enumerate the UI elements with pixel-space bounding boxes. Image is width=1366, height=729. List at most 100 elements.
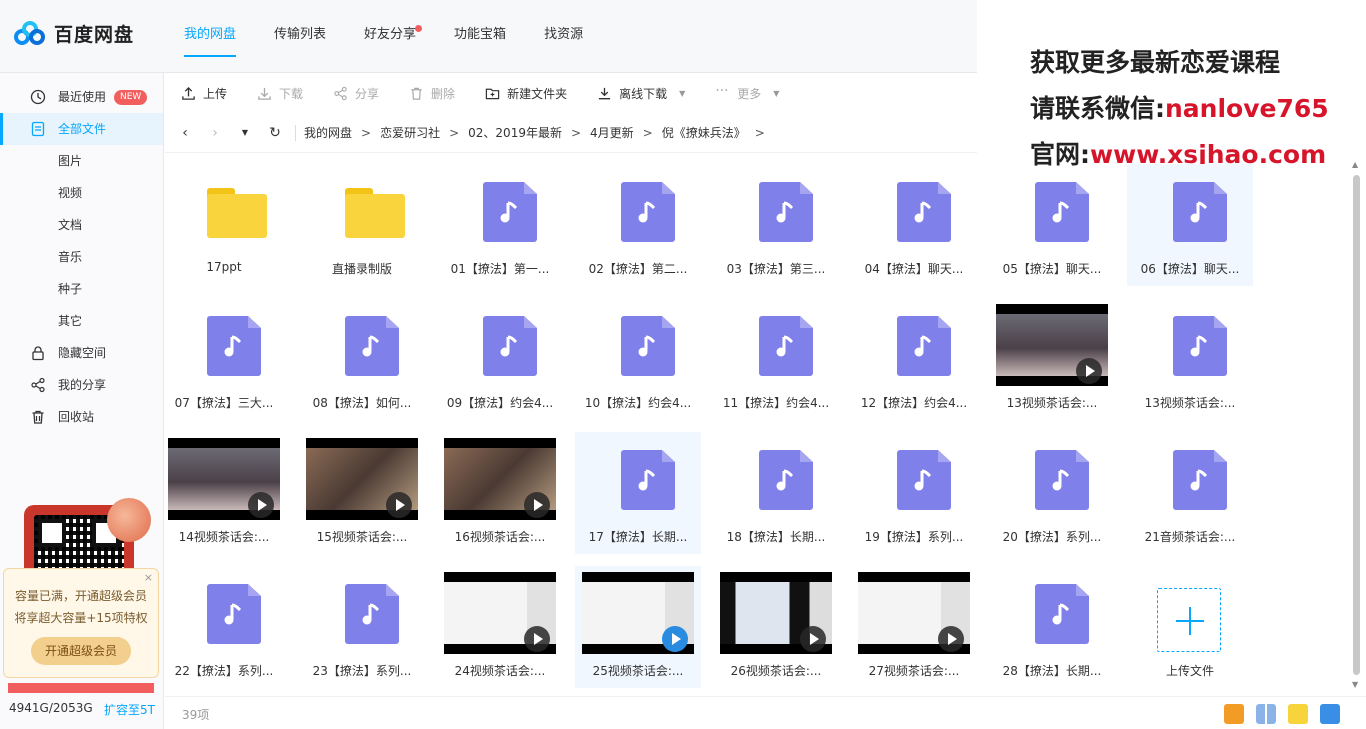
audio-file-icon bbox=[595, 182, 681, 250]
vip-upgrade-card: × 容量已满，开通超级会员 将享超大容量+15项特权 开通超级会员 bbox=[3, 568, 159, 678]
lock-tray-icon[interactable] bbox=[1320, 704, 1340, 724]
apps-grid-icon[interactable] bbox=[1256, 704, 1276, 724]
file-item[interactable]: 05【撩法】聊天... bbox=[989, 164, 1115, 286]
file-item[interactable]: 10【撩法】约会4... bbox=[575, 298, 701, 420]
file-item[interactable]: 18【撩法】长期... bbox=[713, 432, 839, 554]
sidebar-item-trash[interactable]: 回收站 bbox=[0, 401, 163, 433]
upload-icon bbox=[182, 86, 195, 100]
open-vip-button[interactable]: 开通超级会员 bbox=[31, 637, 131, 665]
file-item[interactable]: 11【撩法】约会4... bbox=[713, 298, 839, 420]
folder-icon bbox=[319, 182, 405, 250]
breadcrumb-item[interactable]: 倪《撩妹兵法》 bbox=[662, 124, 746, 141]
file-item[interactable]: 02【撩法】第二... bbox=[575, 164, 701, 286]
file-item[interactable]: 直播录制版 bbox=[299, 164, 425, 286]
breadcrumb-item[interactable]: 4月更新 bbox=[590, 124, 634, 141]
file-item[interactable]: 22【撩法】系列... bbox=[161, 566, 287, 688]
file-item[interactable]: 24视频茶话会:... bbox=[437, 566, 563, 688]
sidebar-item-recent[interactable]: 最近使用 NEW bbox=[0, 81, 163, 113]
more-button[interactable]: ··· 更多 ▼ bbox=[715, 73, 779, 113]
file-item[interactable]: 12【撩法】约会4... bbox=[851, 298, 977, 420]
sidebar-subitem-1[interactable]: 视频 bbox=[0, 177, 163, 209]
share-button[interactable]: 分享 bbox=[333, 73, 379, 113]
close-icon[interactable]: × bbox=[144, 571, 153, 584]
sidebar-item-my-share[interactable]: 我的分享 bbox=[0, 369, 163, 401]
sidebar-item-all-files[interactable]: 全部文件 bbox=[0, 113, 163, 145]
download-button-label: 下载 bbox=[279, 86, 304, 101]
video-thumbnail bbox=[444, 438, 556, 520]
file-item[interactable]: 08【撩法】如何... bbox=[299, 298, 425, 420]
file-item[interactable]: 28【撩法】长期... bbox=[989, 566, 1115, 688]
file-item[interactable]: 07【撩法】三大... bbox=[161, 298, 287, 420]
logo[interactable]: 百度网盘 bbox=[14, 20, 134, 47]
file-item[interactable]: 09【撩法】约会4... bbox=[437, 298, 563, 420]
watermark-overlay: 获取更多最新恋爱课程 请联系微信:nanlove765 官网:www.xsjha… bbox=[1030, 40, 1366, 178]
sidebar-subitem-0[interactable]: 图片 bbox=[0, 145, 163, 177]
file-name: 25视频茶话会:... bbox=[592, 664, 684, 678]
sidebar-item-label: 最近使用 bbox=[58, 90, 107, 104]
file-item[interactable]: 03【撩法】第三... bbox=[713, 164, 839, 286]
file-item[interactable]: 20【撩法】系列... bbox=[989, 432, 1115, 554]
sidebar-item-hidden-space[interactable]: 隐藏空间 bbox=[0, 337, 163, 369]
file-item[interactable]: 21音频茶话会:... bbox=[1127, 432, 1253, 554]
offline-download-button[interactable]: 离线下载 ▼ bbox=[597, 73, 685, 113]
plus-icon bbox=[1127, 584, 1253, 652]
upload-file-tile[interactable]: 上传文件 bbox=[1127, 566, 1253, 688]
expand-storage-link[interactable]: 扩容至5T bbox=[104, 701, 155, 718]
forward-arrow-icon[interactable]: › bbox=[205, 125, 225, 141]
audio-file-icon bbox=[733, 316, 819, 384]
file-item[interactable]: 04【撩法】聊天... bbox=[851, 164, 977, 286]
scroll-down-icon[interactable]: ▼ bbox=[1352, 680, 1358, 689]
sidebar-subitem-3[interactable]: 音乐 bbox=[0, 241, 163, 273]
trash-icon bbox=[411, 87, 422, 100]
more-dots-icon: ··· bbox=[715, 82, 729, 99]
sidebar-subitem-5[interactable]: 其它 bbox=[0, 305, 163, 337]
chevron-down-icon[interactable]: ▼ bbox=[679, 89, 685, 98]
new-folder-button[interactable]: 新建文件夹 bbox=[485, 73, 567, 113]
sidebar-subitem-2[interactable]: 文档 bbox=[0, 209, 163, 241]
back-arrow-icon[interactable]: ‹ bbox=[175, 125, 195, 141]
file-item[interactable]: 13视频茶话会:... bbox=[1127, 298, 1253, 420]
audio-file-icon bbox=[1009, 182, 1095, 250]
chevron-down-icon[interactable]: ▼ bbox=[773, 89, 779, 98]
delete-button[interactable]: 删除 bbox=[409, 73, 455, 113]
file-item[interactable]: 19【撩法】系列... bbox=[851, 432, 977, 554]
file-name: 14视频茶话会:... bbox=[178, 530, 270, 544]
vertical-scrollbar[interactable] bbox=[1353, 175, 1360, 675]
file-item[interactable]: 16视频茶话会:... bbox=[437, 432, 563, 554]
tab-nav-0[interactable]: 我的网盘 bbox=[184, 0, 237, 73]
download-icon bbox=[258, 87, 271, 100]
badge-icon[interactable] bbox=[1224, 704, 1244, 724]
scroll-up-icon[interactable]: ▲ bbox=[1352, 160, 1358, 169]
breadcrumb-item[interactable]: 02、2019年最新 bbox=[468, 124, 562, 141]
audio-file-icon bbox=[595, 450, 681, 518]
file-item[interactable]: 23【撩法】系列... bbox=[299, 566, 425, 688]
play-icon bbox=[938, 626, 964, 652]
file-name: 26视频茶话会:... bbox=[730, 664, 822, 678]
tab-nav-4[interactable]: 找资源 bbox=[544, 0, 583, 73]
tab-nav-3[interactable]: 功能宝箱 bbox=[454, 0, 506, 73]
history-dropdown-icon[interactable]: ▼ bbox=[235, 128, 255, 137]
download-button[interactable]: 下载 bbox=[257, 73, 303, 113]
file-item[interactable]: 13视频茶话会:... bbox=[989, 298, 1115, 420]
tab-nav-1[interactable]: 传输列表 bbox=[274, 0, 326, 73]
file-item[interactable]: 17【撩法】长期... bbox=[575, 432, 701, 554]
breadcrumb-item[interactable]: 我的网盘 bbox=[304, 124, 352, 141]
tab-nav-2[interactable]: 好友分享 bbox=[364, 0, 423, 73]
upload-tray-icon[interactable] bbox=[1288, 704, 1308, 724]
file-item[interactable]: 01【撩法】第一... bbox=[437, 164, 563, 286]
breadcrumb-item[interactable]: 恋爱研习社 bbox=[380, 124, 440, 141]
refresh-icon[interactable]: ↻ bbox=[265, 125, 285, 141]
audio-file-icon bbox=[1147, 316, 1233, 384]
video-thumbnail bbox=[444, 572, 556, 654]
file-name: 21音频茶话会:... bbox=[1144, 530, 1236, 544]
file-item[interactable]: 06【撩法】聊天... bbox=[1127, 164, 1253, 286]
file-item[interactable]: 25视频茶话会:... bbox=[575, 566, 701, 688]
file-item[interactable]: 15视频茶话会:... bbox=[299, 432, 425, 554]
file-item[interactable]: 26视频茶话会:... bbox=[713, 566, 839, 688]
file-item[interactable]: 17ppt bbox=[161, 164, 287, 286]
notification-dot bbox=[415, 25, 423, 32]
upload-button[interactable]: 上传 bbox=[181, 73, 227, 113]
sidebar-subitem-4[interactable]: 种子 bbox=[0, 273, 163, 305]
file-item[interactable]: 27视频茶话会:... bbox=[851, 566, 977, 688]
file-item[interactable]: 14视频茶话会:... bbox=[161, 432, 287, 554]
